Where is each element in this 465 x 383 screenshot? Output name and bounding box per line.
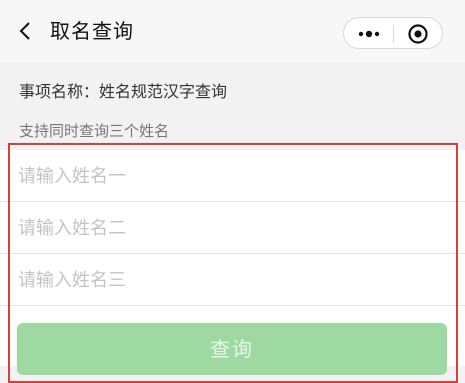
- name-input-3[interactable]: [18, 254, 438, 306]
- page-title: 取名查询: [50, 19, 134, 43]
- hint-text: 支持同时查询三个姓名: [19, 122, 170, 140]
- item-name-text: 事项名称：姓名规范汉字查询: [19, 82, 228, 101]
- target-circle-icon[interactable]: [407, 23, 429, 45]
- input-row-1: [0, 150, 465, 202]
- query-button[interactable]: 查询: [17, 323, 447, 375]
- capsule-divider: [393, 25, 394, 43]
- name-input-1[interactable]: [18, 150, 438, 202]
- row-divider: [0, 305, 465, 306]
- more-dots-icon[interactable]: [354, 24, 384, 44]
- navigation-bar: 取名查询: [0, 0, 465, 62]
- chevron-left-icon[interactable]: [14, 19, 38, 43]
- input-row-2: [0, 202, 465, 254]
- input-row-3: [0, 254, 465, 306]
- name-input-2[interactable]: [18, 202, 438, 254]
- mini-program-capsule: [343, 17, 443, 49]
